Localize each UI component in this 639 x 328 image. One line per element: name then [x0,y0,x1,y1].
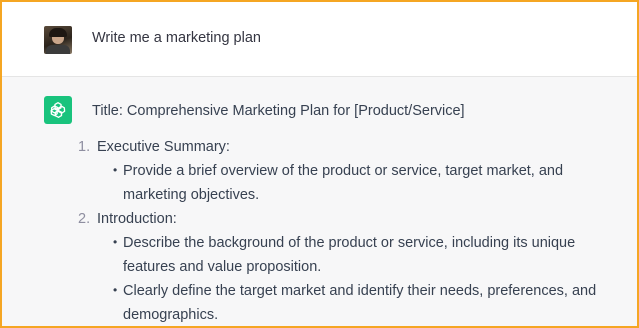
bullet-item: Describe the background of the product o… [113,230,623,279]
bullet-item: Provide a brief overview of the product … [113,158,623,207]
plan-sections-list: 1. Executive Summary: Provide a brief ov… [78,135,623,326]
response-title: Title: Comprehensive Marketing Plan for … [92,103,465,119]
assistant-message-row: Title: Comprehensive Marketing Plan for … [2,77,637,326]
user-message-row: Write me a marketing plan [2,2,637,77]
openai-logo-icon [44,96,72,124]
section-item: 1. Executive Summary: Provide a brief ov… [78,135,623,207]
user-message-text: Write me a marketing plan [92,30,261,46]
section-bullets: Provide a brief overview of the product … [97,158,623,207]
section-number: 1. [78,139,91,155]
section-bullets: Describe the background of the product o… [97,230,623,326]
section-number: 2. [78,211,91,227]
user-avatar [44,26,72,54]
chat-window: Write me a marketing plan Title: Compreh… [0,0,639,328]
section-heading: Introduction: [97,211,177,227]
bullet-item: Clearly define the target market and ide… [113,278,623,326]
section-item: 2. Introduction: Describe the background… [78,207,623,326]
assistant-message-content: Title: Comprehensive Marketing Plan for … [78,99,623,326]
section-heading: Executive Summary: [97,139,230,155]
